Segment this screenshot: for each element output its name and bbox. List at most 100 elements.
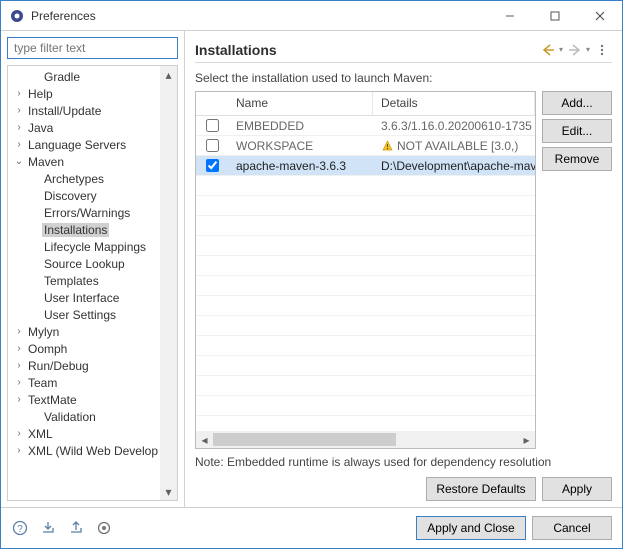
preferences-tree[interactable]: Gradle›Help›Install/Update›Java›Language… bbox=[8, 66, 160, 500]
close-button[interactable] bbox=[577, 1, 622, 30]
table-row-empty bbox=[196, 176, 535, 196]
table-body[interactable]: EMBEDDED3.6.3/1.16.0.20200610-1735WORKSP… bbox=[196, 116, 535, 431]
tree-item[interactable]: ›TextMate bbox=[8, 391, 160, 408]
tree-item[interactable]: Templates bbox=[8, 272, 160, 289]
tree-item[interactable]: User Interface bbox=[8, 289, 160, 306]
table-header: Name Details bbox=[196, 92, 535, 116]
chevron-right-icon[interactable]: › bbox=[12, 105, 26, 116]
table-row-empty bbox=[196, 396, 535, 416]
chevron-right-icon[interactable]: › bbox=[12, 343, 26, 354]
chevron-right-icon[interactable]: › bbox=[12, 394, 26, 405]
dialog-footer: ? Apply and Close Cancel bbox=[1, 507, 622, 548]
tree-item[interactable]: ⌄Maven bbox=[8, 153, 160, 170]
table-row[interactable]: EMBEDDED3.6.3/1.16.0.20200610-1735 bbox=[196, 116, 535, 136]
tree-scrollbar[interactable]: ▴ ▾ bbox=[160, 66, 177, 500]
menu-button[interactable] bbox=[592, 41, 612, 59]
chevron-right-icon[interactable]: › bbox=[12, 122, 26, 133]
tree-item[interactable]: User Settings bbox=[8, 306, 160, 323]
hscroll-track[interactable] bbox=[213, 431, 518, 448]
tree-item-label: Help bbox=[26, 87, 55, 101]
tree-item[interactable]: Discovery bbox=[8, 187, 160, 204]
row-checkbox[interactable] bbox=[206, 119, 219, 132]
svg-text:?: ? bbox=[17, 524, 23, 535]
chevron-right-icon[interactable]: › bbox=[12, 445, 26, 456]
tree-item[interactable]: Archetypes bbox=[8, 170, 160, 187]
table-row-empty bbox=[196, 196, 535, 216]
row-checkbox[interactable] bbox=[206, 159, 219, 172]
table-row-empty bbox=[196, 236, 535, 256]
tree-item[interactable]: ›XML bbox=[8, 425, 160, 442]
table-row-empty bbox=[196, 296, 535, 316]
import-icon[interactable] bbox=[39, 519, 57, 537]
maximize-button[interactable] bbox=[532, 1, 577, 30]
table-row-empty bbox=[196, 256, 535, 276]
scroll-right-icon[interactable]: ▸ bbox=[518, 431, 535, 448]
col-details[interactable]: Details bbox=[373, 92, 535, 115]
chevron-down-icon[interactable]: ⌄ bbox=[12, 156, 26, 167]
oomph-icon[interactable] bbox=[95, 519, 113, 537]
help-icon[interactable]: ? bbox=[11, 519, 29, 537]
minimize-button[interactable] bbox=[487, 1, 532, 30]
col-name[interactable]: Name bbox=[228, 92, 373, 115]
tree-item-label: Errors/Warnings bbox=[42, 206, 132, 220]
remove-button[interactable]: Remove bbox=[542, 147, 612, 171]
chevron-right-icon[interactable]: › bbox=[12, 377, 26, 388]
tree-item[interactable]: Installations bbox=[8, 221, 160, 238]
tree-item-label: Discovery bbox=[42, 189, 99, 203]
tree-item-label: User Settings bbox=[42, 308, 118, 322]
edit-button[interactable]: Edit... bbox=[542, 119, 612, 143]
chevron-right-icon[interactable]: › bbox=[12, 326, 26, 337]
window-title: Preferences bbox=[31, 9, 487, 23]
back-dropdown-icon[interactable]: ▾ bbox=[559, 45, 563, 54]
tree-item[interactable]: Source Lookup bbox=[8, 255, 160, 272]
chevron-right-icon[interactable]: › bbox=[12, 139, 26, 150]
tree-item[interactable]: ›Language Servers bbox=[8, 136, 160, 153]
col-check bbox=[196, 92, 228, 115]
tree-item[interactable]: Lifecycle Mappings bbox=[8, 238, 160, 255]
chevron-right-icon[interactable]: › bbox=[12, 360, 26, 371]
table-row[interactable]: WORKSPACENOT AVAILABLE [3.0,) bbox=[196, 136, 535, 156]
table-row-empty bbox=[196, 216, 535, 236]
page-buttons: Restore Defaults Apply bbox=[195, 477, 612, 501]
cancel-button[interactable]: Cancel bbox=[532, 516, 612, 540]
tree-item[interactable]: ›Mylyn bbox=[8, 323, 160, 340]
tree-item-label: Oomph bbox=[26, 342, 69, 356]
table-row[interactable]: apache-maven-3.6.3D:\Development\apache-… bbox=[196, 156, 535, 176]
tree-item-label: Run/Debug bbox=[26, 359, 91, 373]
restore-defaults-button[interactable]: Restore Defaults bbox=[426, 477, 536, 501]
tree-item[interactable]: ›Install/Update bbox=[8, 102, 160, 119]
forward-button[interactable] bbox=[565, 41, 585, 59]
tree-item-label: Source Lookup bbox=[42, 257, 127, 271]
row-name: EMBEDDED bbox=[228, 119, 373, 133]
preferences-window: Preferences Gradle›Help›Install/Update›J… bbox=[0, 0, 623, 549]
tree-item[interactable]: ›Java bbox=[8, 119, 160, 136]
table-hscroll[interactable]: ◂ ▸ bbox=[196, 431, 535, 448]
export-icon[interactable] bbox=[67, 519, 85, 537]
tree-item[interactable]: ›Help bbox=[8, 85, 160, 102]
scroll-down-icon[interactable]: ▾ bbox=[160, 483, 177, 500]
table-row-empty bbox=[196, 316, 535, 336]
tree-item[interactable]: ›XML (Wild Web Develop bbox=[8, 442, 160, 459]
forward-dropdown-icon[interactable]: ▾ bbox=[586, 45, 590, 54]
scroll-left-icon[interactable]: ◂ bbox=[196, 431, 213, 448]
tree-item[interactable]: Errors/Warnings bbox=[8, 204, 160, 221]
tree-item-label: Maven bbox=[26, 155, 66, 169]
add-button[interactable]: Add... bbox=[542, 91, 612, 115]
tree-item[interactable]: ›Oomph bbox=[8, 340, 160, 357]
apply-and-close-button[interactable]: Apply and Close bbox=[416, 516, 526, 540]
tree-item[interactable]: ›Team bbox=[8, 374, 160, 391]
hscroll-thumb[interactable] bbox=[213, 433, 396, 446]
left-pane: Gradle›Help›Install/Update›Java›Language… bbox=[1, 31, 185, 507]
chevron-right-icon[interactable]: › bbox=[12, 428, 26, 439]
scroll-up-icon[interactable]: ▴ bbox=[160, 66, 177, 83]
back-button[interactable] bbox=[538, 41, 558, 59]
page-description: Select the installation used to launch M… bbox=[195, 71, 612, 85]
page-title: Installations bbox=[195, 42, 536, 58]
row-checkbox[interactable] bbox=[206, 139, 219, 152]
tree-item[interactable]: ›Run/Debug bbox=[8, 357, 160, 374]
apply-button[interactable]: Apply bbox=[542, 477, 612, 501]
tree-item[interactable]: Gradle bbox=[8, 68, 160, 85]
chevron-right-icon[interactable]: › bbox=[12, 88, 26, 99]
tree-item[interactable]: Validation bbox=[8, 408, 160, 425]
filter-input[interactable] bbox=[8, 38, 177, 58]
